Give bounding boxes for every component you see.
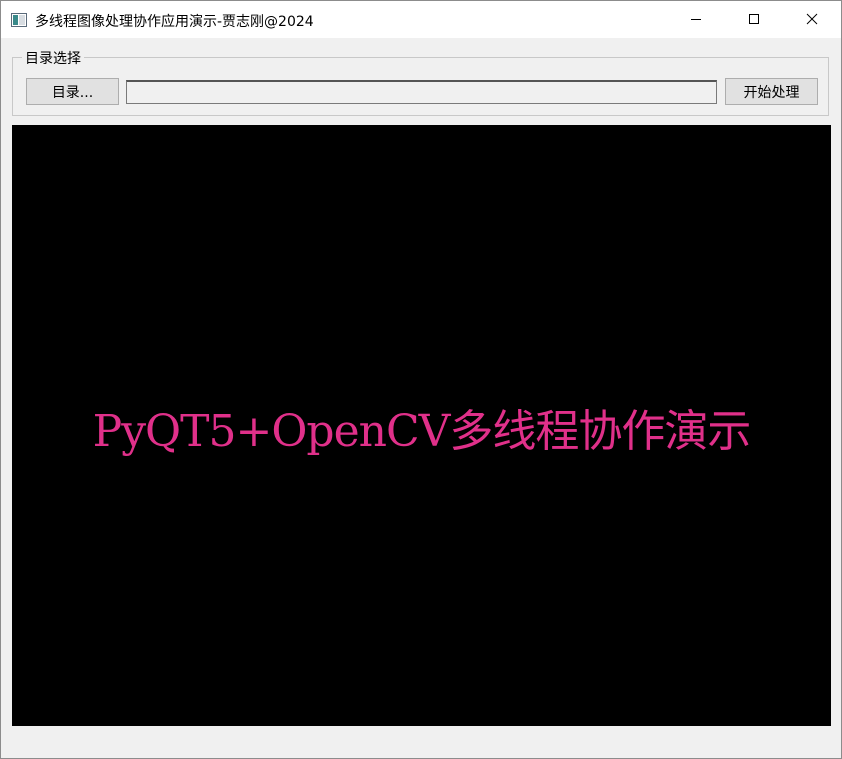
main-window: 多线程图像处理协作应用演示-贾志刚@2024 目录选择 目录... 开始处理 P…: [0, 0, 842, 759]
display-banner-text: PyQT5+OpenCV多线程协作演示: [92, 406, 752, 457]
minimize-button[interactable]: [667, 1, 725, 38]
title-bar[interactable]: 多线程图像处理协作应用演示-贾志刚@2024: [1, 1, 841, 38]
groupbox-title: 目录选择: [22, 48, 84, 68]
start-processing-button[interactable]: 开始处理: [725, 78, 818, 105]
maximize-icon: [748, 10, 760, 29]
select-directory-button[interactable]: 目录...: [26, 78, 119, 105]
close-button[interactable]: [783, 1, 841, 38]
maximize-button[interactable]: [725, 1, 783, 38]
minimize-icon: [690, 10, 702, 29]
directory-path-input[interactable]: [126, 80, 717, 104]
close-icon: [806, 10, 818, 29]
image-display-area: PyQT5+OpenCV多线程协作演示: [12, 125, 831, 726]
window-title: 多线程图像处理协作应用演示-贾志刚@2024: [35, 14, 314, 30]
app-window-icon: [11, 12, 27, 27]
